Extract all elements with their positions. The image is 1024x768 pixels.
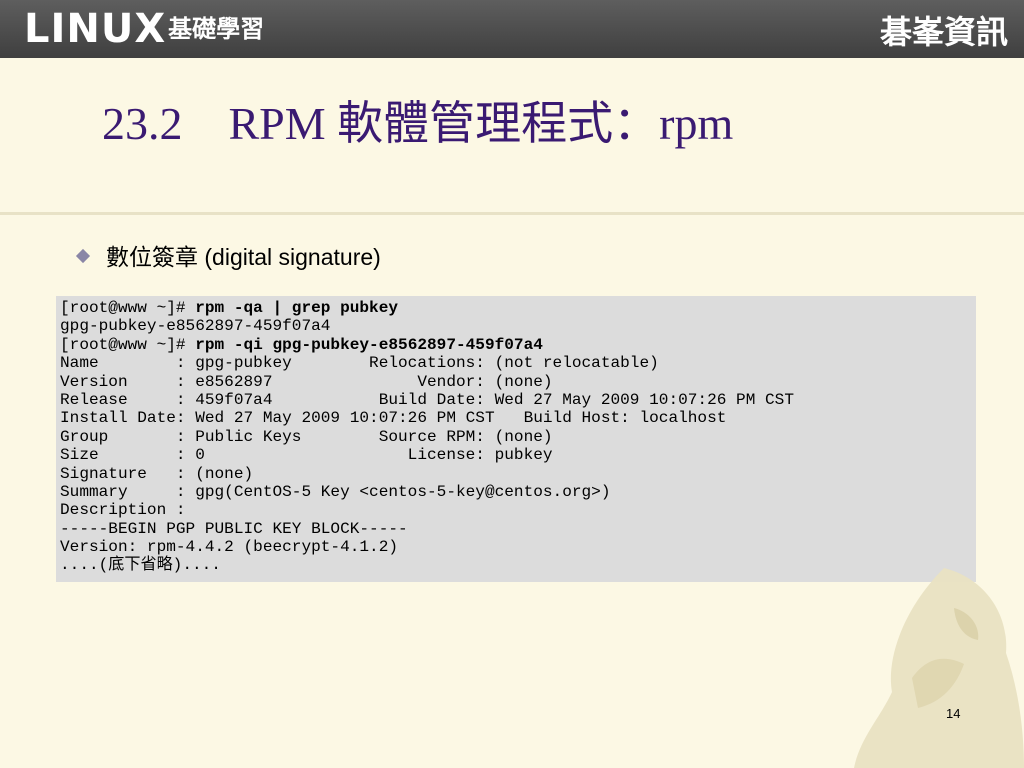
diamond-bullet-icon <box>75 248 91 264</box>
terminal-line: Version : e8562897 Vendor: (none) <box>60 372 553 391</box>
terminal-line: [root@www ~]# rpm -qa | grep pubkey <box>60 299 972 317</box>
page-number: 14 <box>946 706 961 721</box>
terminal-line: [root@www ~]# rpm -qi gpg-pubkey-e856289… <box>60 336 972 354</box>
shell-command: rpm -qi gpg-pubkey-e8562897-459f07a4 <box>195 335 543 354</box>
terminal-line: Name : gpg-pubkey Relocations: (not relo… <box>60 354 659 373</box>
terminal-line: gpg-pubkey-e8562897-459f07a4 <box>60 317 331 336</box>
terminal-line: Signature : (none) <box>60 464 254 483</box>
terminal-line: Release : 459f07a4 Build Date: Wed 27 Ma… <box>60 390 794 409</box>
publisher-logo: 碁峯資訊 <box>879 13 1008 51</box>
terminal-line: Size : 0 License: pubkey <box>60 446 553 465</box>
brand-cjk-text: 基礎學習 <box>168 15 265 43</box>
terminal-line: Install Date: Wed 27 May 2009 10:07:26 P… <box>60 409 727 428</box>
terminal-output: [root@www ~]# rpm -qa | grep pubkey gpg-… <box>56 296 976 582</box>
terminal-line: Group : Public Keys Source RPM: (none) <box>60 427 553 446</box>
bullet-text: 數位簽章 (digital signature) <box>106 244 381 270</box>
terminal-line: -----BEGIN PGP PUBLIC KEY BLOCK----- <box>60 519 408 538</box>
terminal-line: Description : <box>60 501 186 520</box>
penguin-watermark-icon <box>854 568 1024 768</box>
terminal-line: Version: rpm-4.4.2 (beecrypt-4.1.2) <box>60 538 399 557</box>
header-bar: LINUX 基礎學習 碁峯資訊 <box>0 0 1024 58</box>
shell-prompt: [root@www ~]# <box>60 335 196 354</box>
bullet-item: 數位簽章 (digital signature) <box>75 238 381 272</box>
brand-latin-text: LINUX <box>24 6 167 52</box>
title-divider <box>0 212 1024 215</box>
shell-command: rpm -qa | grep pubkey <box>195 299 399 317</box>
brand-logo: LINUX 基礎學習 <box>24 4 264 54</box>
shell-prompt: [root@www ~]# <box>60 299 196 317</box>
slide-title: 23.2 RPM 軟體管理程式：rpm <box>102 98 734 149</box>
terminal-line: Summary : gpg(CentOS-5 Key <centos-5-key… <box>60 482 611 501</box>
